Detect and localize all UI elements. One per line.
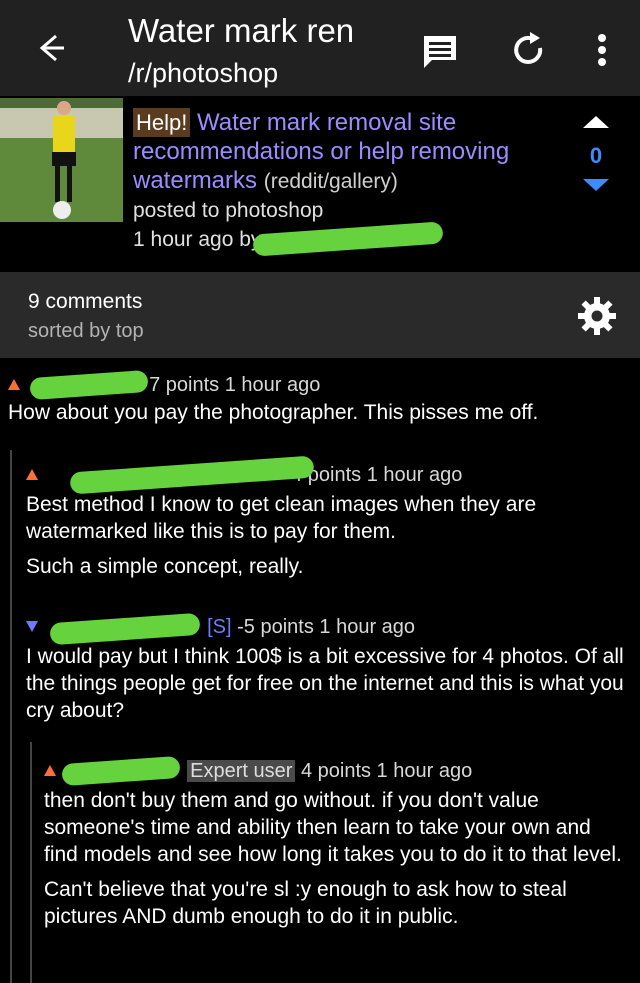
comment[interactable]: 4 points 1 hour ago Best method I know t… [26,455,626,588]
redaction-scribble [69,455,315,495]
comment-points: 7 points 1 hour ago [149,374,321,396]
redaction-scribble [252,221,444,257]
comment-text: Can't believe that you're sl :y enough t… [44,878,567,928]
comment-body: I would pay but I think 100$ is a bit ex… [26,643,630,724]
comment-count: 9 comments [28,290,143,313]
refresh-icon[interactable] [506,28,550,72]
redaction-scribble [61,755,181,787]
comment-body: How about you pay the photographer. This… [8,399,632,426]
comment-meta: Expert user 4 points 1 hour ago [44,755,630,787]
comment-text: then don't buy them and go without. if y… [44,789,622,866]
post-card[interactable]: Help! Water mark removal site recommenda… [0,96,640,258]
post-vote: 0 [576,114,616,198]
post-score: 0 [589,143,603,168]
post-domain[interactable]: (reddit/gallery) [264,170,398,193]
comment-points: 4 points 1 hour ago [291,464,463,486]
comment-meta: [S] -5 points 1 hour ago [26,612,630,646]
downvote-icon[interactable] [581,177,611,193]
comment-body: Best method I know to get clean images w… [26,491,626,580]
posted-to: posted to photoshop [133,199,324,222]
upvote-icon[interactable] [581,114,611,130]
comment-body: then don't buy them and go without. if y… [44,787,630,930]
comment-points: -5 points 1 hour ago [237,616,416,638]
upvote-icon[interactable] [44,765,56,776]
subreddit-name[interactable]: /r/photoshop [128,58,278,89]
post-time: 1 hour ago by [133,221,444,257]
upvote-icon[interactable] [8,379,20,390]
more-vert-icon[interactable] [580,28,624,72]
downvote-icon[interactable] [26,621,38,632]
comment-text: Such a simple concept, really. [26,555,304,578]
gear-icon[interactable] [576,295,618,337]
post-thumbnail[interactable] [0,98,123,222]
redaction-scribble [29,369,149,401]
submitter-tag: [S] [207,616,232,638]
post-title[interactable]: Help! Water mark removal site recommenda… [133,108,553,196]
comment-meta: 7 points 1 hour ago [8,369,632,401]
redaction-scribble [49,612,201,646]
post-time-text: 1 hour ago by [133,228,262,251]
sort-label[interactable]: sorted by top [28,320,144,343]
comment[interactable]: 7 points 1 hour ago How about you pay th… [8,369,632,434]
top-app-bar: Water mark ren /r/photoshop [0,0,640,100]
upvote-icon[interactable] [26,469,38,480]
comment[interactable]: [S] -5 points 1 hour ago I would pay but… [26,612,630,732]
comments-header: 9 comments sorted by top [0,272,640,358]
comment[interactable]: Expert user 4 points 1 hour ago then don… [44,755,630,938]
user-flair: Expert user [187,760,296,782]
comment-text: Best method I know to get clean images w… [26,493,537,543]
thread-line [10,450,12,983]
comment-text: How about you pay the photographer. This… [8,401,539,424]
comment-meta: 4 points 1 hour ago [26,455,626,495]
comment-icon[interactable] [418,28,462,72]
thread-line [30,742,32,983]
page-title: Water mark ren [128,12,355,49]
comment-points: 4 points 1 hour ago [300,760,473,782]
comment-text: I would pay but I think 100$ is a bit ex… [26,645,624,722]
back-arrow-icon[interactable] [30,28,70,68]
post-flair: Help! [133,108,191,137]
divider [0,258,640,272]
